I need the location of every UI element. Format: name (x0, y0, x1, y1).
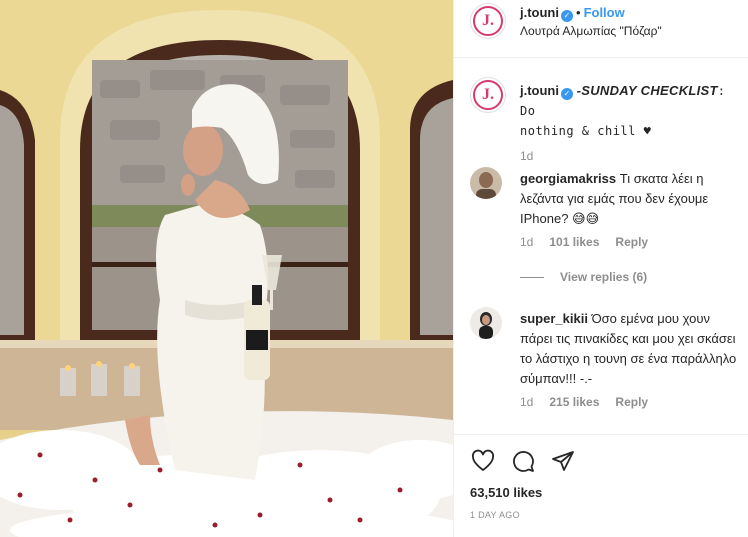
verified-badge-icon: ✓ (561, 10, 573, 22)
like-button[interactable] (468, 446, 498, 476)
comment-username[interactable]: super_kikii (520, 311, 588, 326)
share-icon (552, 451, 574, 471)
comment-icon (513, 451, 534, 472)
post-side-panel: J. j.touni ✓ • Follow Λουτρά Αλμωπίας "Πόζα… (453, 0, 748, 537)
comment-username[interactable]: georgiamakriss (520, 171, 616, 186)
view-replies-button[interactable]: View replies (6) (520, 270, 647, 284)
avatar-image (470, 167, 502, 199)
comment-likes[interactable]: 101 likes (549, 235, 599, 249)
avatar-image (470, 307, 502, 339)
separator-dot: • (576, 5, 581, 20)
replies-line (520, 277, 544, 279)
comments-list[interactable]: J. j.touni ✓ -SUNDAY CHECKLIST: Do nothin… (454, 59, 748, 433)
comment-time[interactable]: 1d (520, 395, 533, 409)
author-username[interactable]: j.touni (520, 5, 559, 20)
comment-time[interactable]: 1d (520, 235, 533, 249)
author-avatar[interactable]: J. (470, 3, 506, 39)
verified-badge-icon: ✓ (561, 88, 573, 100)
comment-meta: 1d 101 likes Reply (520, 235, 664, 249)
reply-button[interactable]: Reply (615, 395, 648, 409)
post-date[interactable]: 1 DAY AGO (470, 510, 520, 520)
comment-body: super_kikii Όσο εμένα μου χουν πάρει τις… (520, 309, 742, 389)
follow-button[interactable]: Follow (584, 5, 625, 20)
likes-count[interactable]: 63,510 likes (470, 485, 542, 500)
author-line: j.touni ✓ • Follow (520, 5, 625, 22)
comment-likes[interactable]: 215 likes (549, 395, 599, 409)
commenter-avatar[interactable] (470, 167, 502, 199)
caption-avatar[interactable]: J. (470, 77, 506, 113)
comment-meta: 1d 215 likes Reply (520, 395, 664, 409)
post-location[interactable]: Λουτρά Αλμωπίας "Πόζαρ" (520, 24, 662, 38)
avatar-logo: J. (473, 80, 503, 110)
caption-username[interactable]: j.touni (520, 83, 559, 98)
instagram-post-view: J. j.touni ✓ • Follow Λουτρά Αλμωπίας "Πόζα… (0, 0, 748, 537)
heart-icon (471, 449, 495, 471)
avatar-logo: J. (473, 6, 503, 36)
reply-button[interactable]: Reply (615, 235, 648, 249)
commenter-avatar[interactable] (470, 307, 502, 339)
post-header: J. j.touni ✓ • Follow Λουτρά Αλμωπίας "Πόζα… (454, 0, 748, 58)
bathroom-photo-illustration (0, 0, 453, 537)
comment-body: georgiamakriss Τι σκατα λέει η λεζάντα γ… (520, 169, 742, 229)
caption-text: j.touni ✓ -SUNDAY CHECKLIST: Do nothing &… (520, 81, 742, 141)
caption-body: nothing & chill ♥ (520, 124, 652, 138)
caption-heading: -SUNDAY CHECKLIST (576, 83, 718, 98)
comment-button[interactable] (508, 446, 538, 476)
share-button[interactable] (548, 446, 578, 476)
view-replies-label: View replies (6) (560, 270, 648, 284)
caption-timestamp[interactable]: 1d (520, 149, 533, 163)
post-actions: 63,510 likes 1 DAY AGO (454, 434, 748, 537)
post-photo[interactable] (0, 0, 453, 537)
